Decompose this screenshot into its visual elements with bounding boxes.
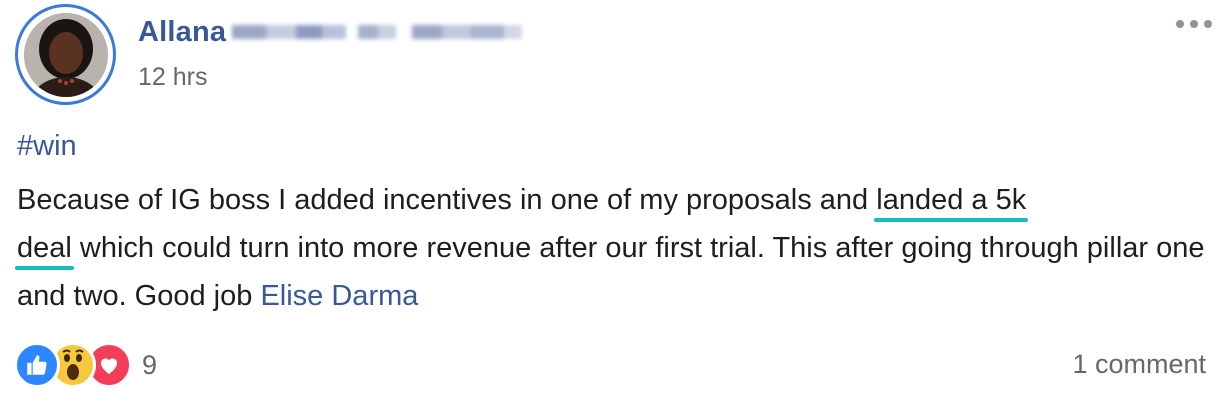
highlighted-phrase-1: landed a 5k xyxy=(876,184,1027,216)
highlighted-phrase-2: deal xyxy=(17,232,72,264)
author-row: Allana xyxy=(138,12,523,52)
author-name[interactable]: Allana xyxy=(138,16,226,49)
like-reaction-icon xyxy=(14,342,60,388)
avatar[interactable] xyxy=(15,4,116,105)
mention-link[interactable]: Elise Darma xyxy=(260,280,418,312)
more-options-icon[interactable] xyxy=(1176,15,1212,33)
post-text-part1: Because of IG boss I added incentives in… xyxy=(17,184,877,216)
reaction-count: 9 xyxy=(142,349,158,380)
blurred-group-name xyxy=(232,22,523,42)
post-text: Because of IG boss I added incentives in… xyxy=(17,176,1217,320)
hashtag-link[interactable]: #win xyxy=(17,130,77,163)
avatar-photo xyxy=(23,12,108,97)
post-timestamp[interactable]: 12 hrs xyxy=(138,63,207,92)
facebook-post: Allana 12 hrs #win Because of IG boss I … xyxy=(0,0,1226,401)
post-text-part2: which could turn into more revenue after… xyxy=(17,232,1205,312)
comments-count-link[interactable]: 1 comment xyxy=(1072,349,1206,380)
reactions-summary[interactable]: 9 xyxy=(14,342,157,388)
